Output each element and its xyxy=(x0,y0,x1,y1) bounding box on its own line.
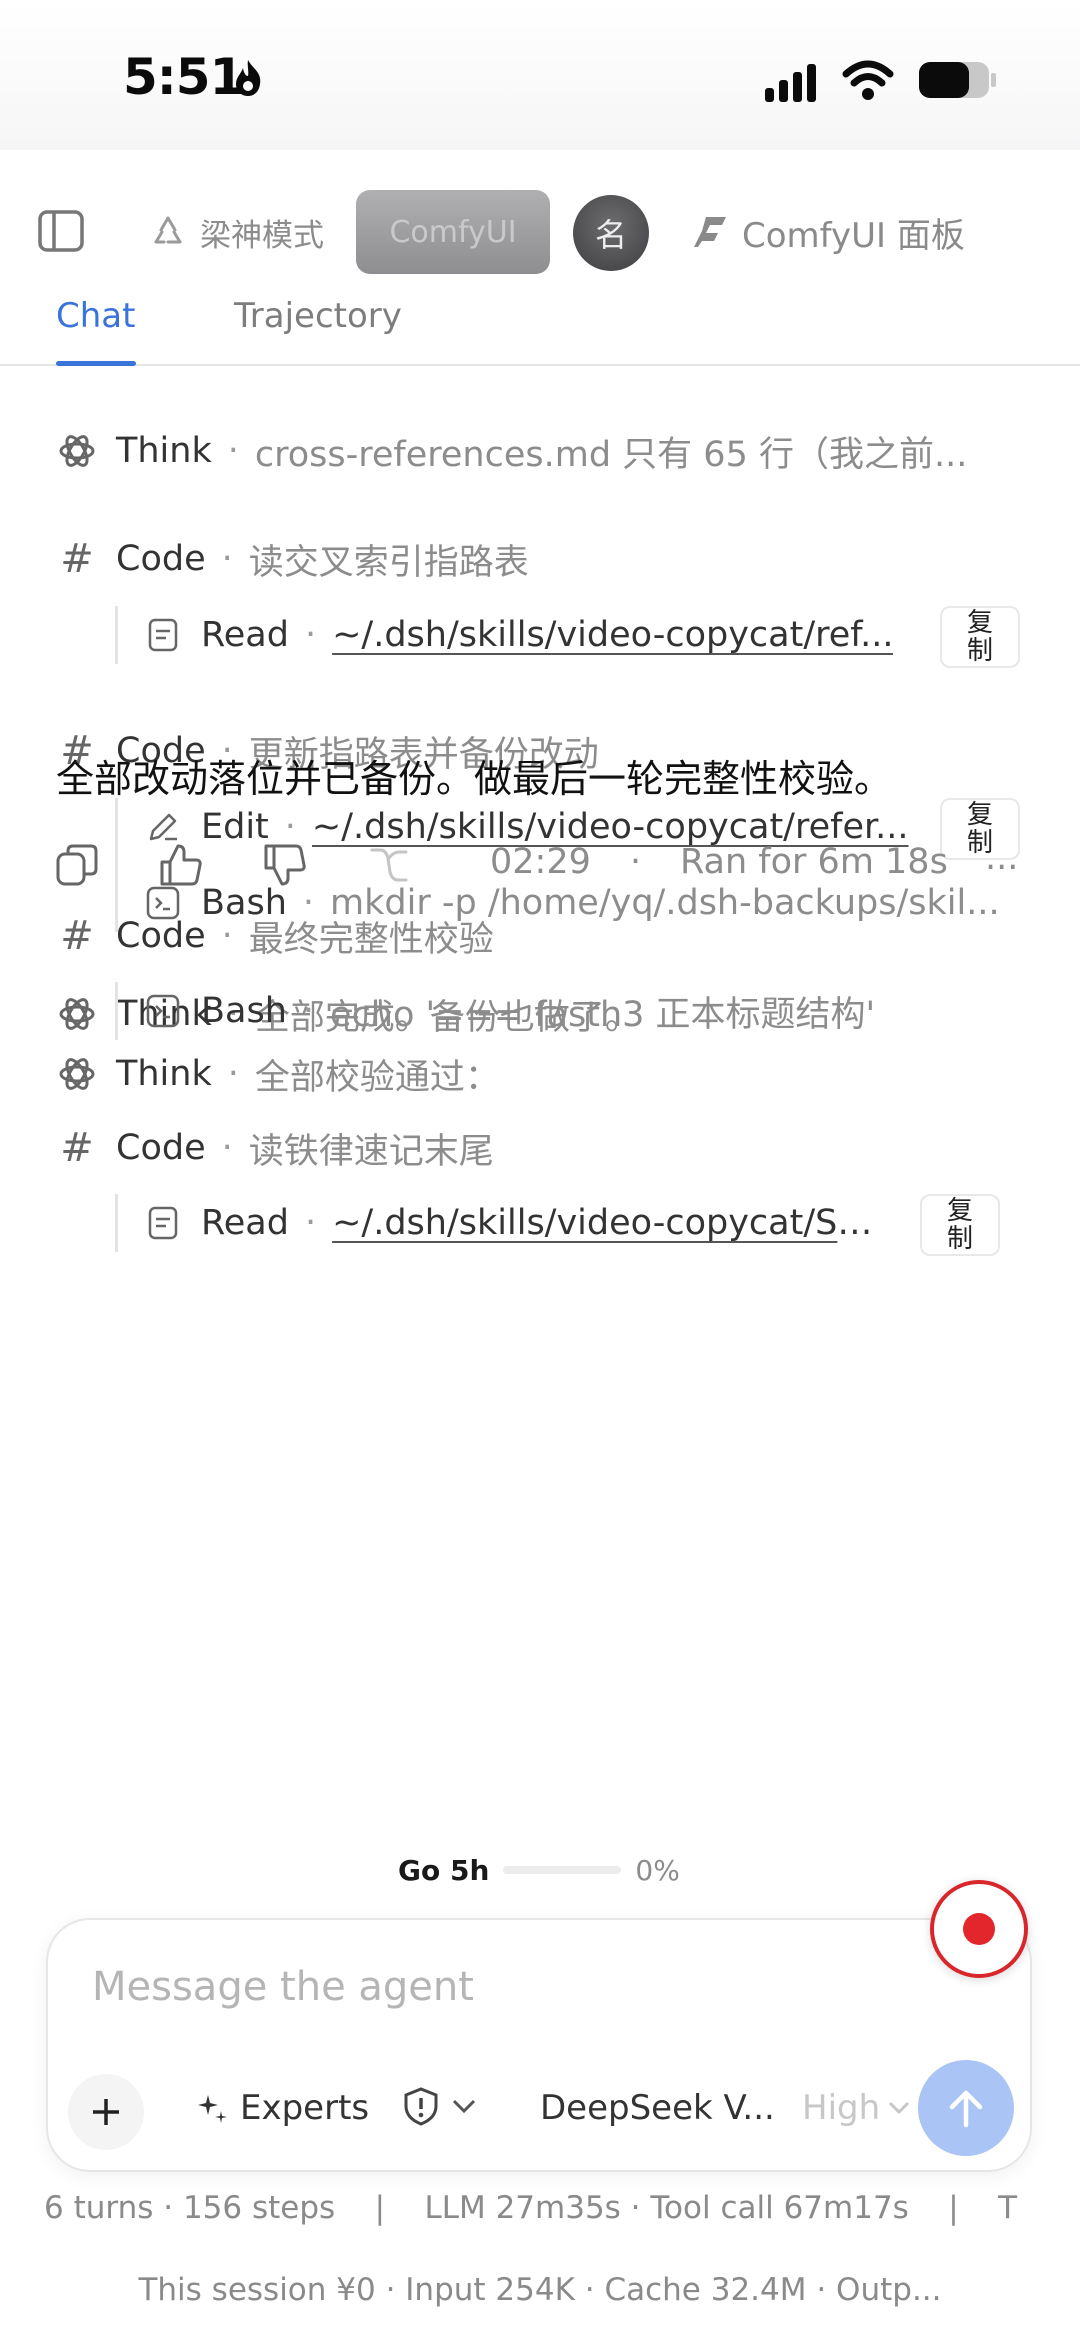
file-path-link[interactable]: ~/.dsh/skills/video-copycat/ref... xyxy=(332,615,893,655)
tool-label: Read xyxy=(201,1203,289,1243)
step-label: Code xyxy=(116,1128,206,1168)
separator-dot: · xyxy=(221,539,233,579)
message-actions: 02:29 · Ran for 6m 18s ... xyxy=(0,830,1080,900)
comfyui-logo-icon xyxy=(694,217,726,247)
hash-icon: # xyxy=(60,1125,94,1171)
recycle-icon xyxy=(154,216,182,244)
cellular-signal-icon xyxy=(765,64,816,102)
tool-call-bash[interactable]: Bash · echo '=== fasth3 正本标题结构' xyxy=(115,985,1030,1037)
step-label: Code xyxy=(116,539,206,579)
separator-dot: · xyxy=(302,991,315,1031)
hash-icon: # xyxy=(60,913,94,959)
effort-selector[interactable]: High xyxy=(802,2088,912,2128)
file-icon xyxy=(143,1203,183,1243)
top-toolbar: 梁神模式 ComfyUI 名 ComfyUI 面板 xyxy=(0,190,1080,280)
separator-dot: · xyxy=(221,1128,233,1168)
status-time: 5:51 xyxy=(123,48,244,106)
quota-progress-bar xyxy=(503,1866,622,1874)
chevron-down-icon xyxy=(889,2101,910,2115)
copy-button[interactable]: 复制 xyxy=(940,606,1020,668)
message-time: 02:29 xyxy=(490,842,591,882)
code-step[interactable]: # Code · 最终完整性校验 xyxy=(0,911,1080,961)
step-label: Code xyxy=(116,916,206,956)
separator-dot: · xyxy=(221,916,233,956)
session-usage: This session ¥0 · Input 254K · Cache 32.… xyxy=(138,2272,942,2308)
quota-indicator: Go 5h 0% xyxy=(398,1850,680,1890)
experts-button[interactable]: Experts xyxy=(196,2088,369,2128)
step-description: 最终完整性校验 xyxy=(248,919,494,960)
message-input[interactable]: Message the agent xyxy=(92,1964,474,2010)
send-button[interactable] xyxy=(918,2060,1014,2156)
quota-percent: 0% xyxy=(635,1853,680,1887)
tab-bar: Chat Trajectory xyxy=(0,290,1080,366)
tab-trajectory[interactable]: Trajectory xyxy=(234,296,402,336)
tab-chat[interactable]: Chat xyxy=(56,296,135,336)
quota-label: Go 5h xyxy=(398,1853,490,1887)
arrow-up-icon xyxy=(949,2090,983,2128)
separator-dot: · xyxy=(630,842,642,882)
plus-icon xyxy=(93,2099,119,2125)
think-icon xyxy=(56,430,98,472)
status-bar: 5:51 xyxy=(0,0,1080,150)
step-description: cross-references.md 只有 65 行（我之前... xyxy=(254,434,968,475)
wifi-icon xyxy=(842,60,894,100)
thumbs-up-icon[interactable] xyxy=(158,842,204,888)
experts-label: Experts xyxy=(240,2088,370,2128)
file-icon xyxy=(143,615,183,655)
code-step[interactable]: # Code · 读交叉索引指路表 xyxy=(0,534,1080,584)
record-icon xyxy=(963,1913,995,1945)
file-path-link[interactable]: ~/.dsh/skills/video-copycat/SK... xyxy=(332,1203,892,1243)
model-selector[interactable]: DeepSeek V... xyxy=(540,2088,775,2128)
comfyui-panel-chip[interactable]: ComfyUI 面板 xyxy=(692,204,965,260)
command-text: echo '=== fasth3 正本标题结构' xyxy=(330,994,876,1035)
tool-label: Bash xyxy=(201,991,287,1031)
battery-icon xyxy=(919,62,996,98)
terminal-icon xyxy=(143,991,183,1031)
think-step[interactable]: Think · cross-references.md 只有 65 行（我之前.… xyxy=(0,426,1080,476)
more-menu[interactable]: ... xyxy=(985,838,1018,878)
code-step[interactable]: # Code · 读铁律速记末尾 xyxy=(0,1123,1080,1173)
panel-label: ComfyUI 面板 xyxy=(742,215,965,256)
tool-call-read[interactable]: Read · ~/.dsh/skills/video-copycat/ref..… xyxy=(115,609,1030,661)
mode-chip[interactable]: 梁神模式 xyxy=(148,204,324,260)
copy-button[interactable]: 复制 xyxy=(920,1194,1000,1256)
step-description: 读铁律速记末尾 xyxy=(248,1131,494,1172)
thumbs-down-icon[interactable] xyxy=(262,842,308,888)
step-description: 全部校验通过： xyxy=(254,1057,500,1098)
think-icon xyxy=(56,1053,98,1095)
copy-icon[interactable] xyxy=(54,842,100,888)
comfyui-chip[interactable]: ComfyUI xyxy=(356,190,550,274)
mode-label: 梁神模式 xyxy=(200,217,324,254)
separator-dot: · xyxy=(227,431,239,471)
chevron-down-icon xyxy=(452,2099,476,2114)
record-button[interactable] xyxy=(930,1880,1028,1978)
permission-dropdown[interactable] xyxy=(402,2086,478,2126)
step-description: 读交叉索引指路表 xyxy=(248,542,529,583)
avatar[interactable]: 名 xyxy=(573,195,649,271)
tool-label: Read xyxy=(201,615,289,655)
step-label: Think xyxy=(116,431,212,471)
session-stats: 6 turns · 156 steps | LLM 27m35s · Tool … xyxy=(44,2190,1018,2226)
think-step[interactable]: Think · 全部校验通过： xyxy=(0,1049,1080,1099)
run-duration: Ran for 6m 18s xyxy=(680,842,948,882)
hash-icon: # xyxy=(60,536,94,582)
branch-icon[interactable] xyxy=(366,842,412,888)
effort-label: High xyxy=(802,2088,881,2128)
shield-alert-icon xyxy=(404,2087,438,2126)
separator-dot: · xyxy=(227,1054,239,1094)
chat-feed[interactable]: Think · cross-references.md 只有 65 行（我之前.… xyxy=(0,366,1080,1836)
sidebar-toggle-icon[interactable] xyxy=(38,210,84,252)
separator-dot: · xyxy=(304,1203,317,1243)
attach-button[interactable] xyxy=(68,2074,144,2150)
separator-dot: · xyxy=(304,615,317,655)
message-composer: Message the agent Experts DeepSeek V... … xyxy=(46,1918,1032,2172)
tool-call-read[interactable]: Read · ~/.dsh/skills/video-copycat/SK... xyxy=(115,1197,1030,1249)
step-label: Think xyxy=(116,1054,212,1094)
think-icon xyxy=(56,993,98,1035)
agent-message: 全部改动落位并已备份。做最后一轮完整性校验。 xyxy=(56,757,893,801)
flame-icon xyxy=(236,60,261,96)
sparkle-icon xyxy=(198,2095,227,2123)
